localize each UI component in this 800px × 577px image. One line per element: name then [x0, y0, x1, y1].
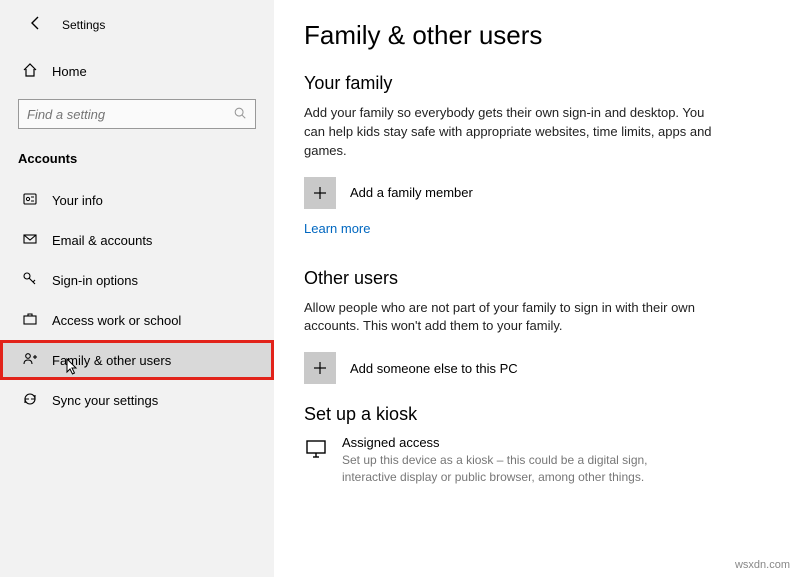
- sidebar-item-label: Sync your settings: [52, 393, 158, 408]
- your-family-body: Add your family so everybody gets their …: [304, 104, 724, 161]
- plus-icon: [304, 177, 336, 209]
- sidebar-item-label: Email & accounts: [52, 233, 152, 248]
- add-family-label: Add a family member: [350, 185, 473, 200]
- kiosk-heading: Set up a kiosk: [304, 404, 770, 425]
- page-title: Family & other users: [304, 20, 770, 51]
- sidebar-item-label: Sign-in options: [52, 273, 138, 288]
- assigned-access-sub: Set up this device as a kiosk – this cou…: [342, 452, 702, 486]
- sidebar-item-access-work-school[interactable]: Access work or school: [0, 300, 274, 340]
- search-input[interactable]: [27, 107, 233, 122]
- search-box[interactable]: [18, 99, 256, 129]
- search-icon: [233, 106, 247, 123]
- category-heading: Accounts: [0, 143, 274, 180]
- assigned-access-title: Assigned access: [342, 435, 702, 450]
- home-button[interactable]: Home: [0, 52, 274, 91]
- sidebar-item-label: Family & other users: [52, 353, 171, 368]
- add-family-member-button[interactable]: Add a family member: [304, 177, 770, 209]
- watermark: wsxdn.com: [735, 559, 790, 571]
- sidebar-item-your-info[interactable]: Your info: [0, 180, 274, 220]
- people-icon: [22, 351, 38, 370]
- sidebar-item-email-accounts[interactable]: Email & accounts: [0, 220, 274, 260]
- person-badge-icon: [22, 191, 38, 210]
- add-other-user-button[interactable]: Add someone else to this PC: [304, 352, 770, 384]
- sync-icon: [22, 391, 38, 410]
- other-users-body: Allow people who are not part of your fa…: [304, 299, 724, 337]
- sidebar-item-family-other-users[interactable]: Family & other users: [0, 340, 274, 380]
- sidebar-item-label: Your info: [52, 193, 103, 208]
- other-users-heading: Other users: [304, 268, 770, 289]
- mail-icon: [22, 231, 38, 250]
- plus-icon: [304, 352, 336, 384]
- sidebar-item-sync-settings[interactable]: Sync your settings: [0, 380, 274, 420]
- home-label: Home: [52, 64, 87, 79]
- sidebar-item-signin-options[interactable]: Sign-in options: [0, 260, 274, 300]
- monitor-icon: [304, 435, 328, 486]
- key-icon: [22, 271, 38, 290]
- back-icon[interactable]: [28, 15, 44, 34]
- assigned-access-button[interactable]: Assigned access Set up this device as a …: [304, 435, 770, 486]
- briefcase-icon: [22, 311, 38, 330]
- add-other-label: Add someone else to this PC: [350, 361, 518, 376]
- your-family-heading: Your family: [304, 73, 770, 94]
- app-title: Settings: [62, 18, 105, 32]
- learn-more-link[interactable]: Learn more: [304, 221, 370, 236]
- sidebar-item-label: Access work or school: [52, 313, 181, 328]
- home-icon: [22, 62, 38, 81]
